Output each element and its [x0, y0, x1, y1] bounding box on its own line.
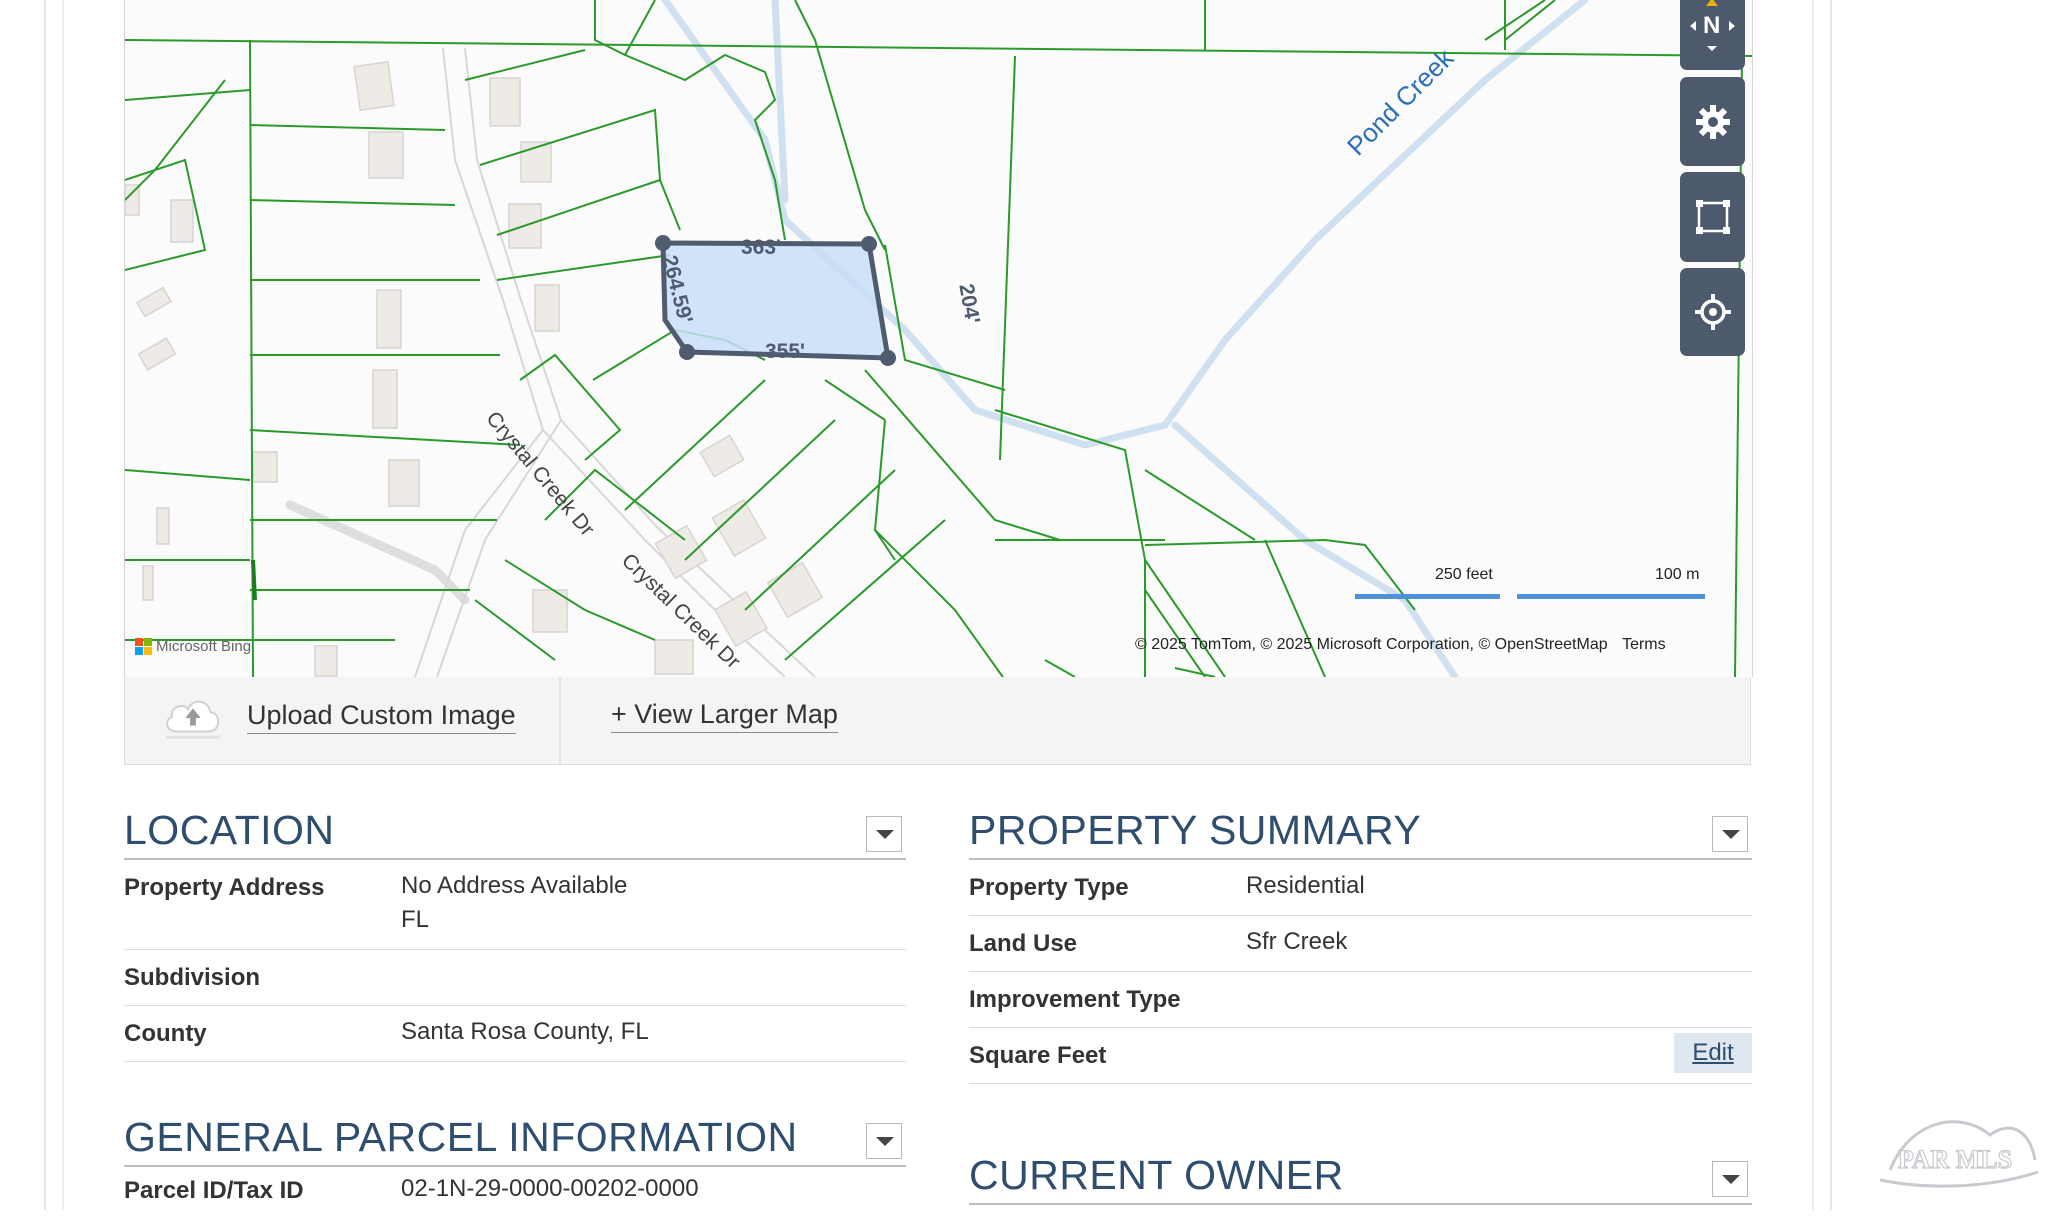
- location-row-address: Property Address No Address Available FL: [124, 860, 906, 950]
- edit-square-feet-button[interactable]: Edit: [1674, 1033, 1752, 1073]
- map-settings-button[interactable]: [1680, 77, 1745, 166]
- row-value: 02-1N-29-0000-00202-0000: [401, 1175, 699, 1202]
- row-label: County: [124, 1020, 207, 1047]
- view-larger-map-link[interactable]: + View Larger Map: [611, 699, 838, 733]
- row-label: Subdivision: [124, 964, 261, 991]
- bing-logo: Microsoft Bing: [135, 638, 251, 655]
- bing-logo-text: Microsoft Bing: [156, 638, 252, 655]
- scale-meters-label: 100 m: [1655, 566, 1700, 583]
- location-row-subdivision: Subdivision: [124, 950, 906, 1006]
- scale-meters-bar: [1517, 594, 1705, 599]
- general-parcel-title: GENERAL PARCEL INFORMATION: [124, 1114, 798, 1160]
- current-owner-section: CURRENT OWNER: [969, 1155, 1752, 1210]
- upload-custom-image-label: Upload Custom Image: [247, 700, 516, 734]
- location-title: LOCATION: [124, 807, 335, 853]
- footer-divider: [559, 677, 561, 765]
- row-label: Property Address: [124, 874, 325, 901]
- attribution-text: © 2025 TomTom, © 2025 Microsoft Corporat…: [1135, 636, 1608, 653]
- map-base-layer: [125, 0, 1752, 677]
- locate-button[interactable]: [1680, 268, 1745, 356]
- compass-label: N: [1703, 12, 1721, 39]
- summary-row-property-type: Property Type Residential: [969, 860, 1752, 916]
- cloud-upload-icon: [166, 700, 220, 739]
- scale-feet-label: 250 feet: [1435, 566, 1493, 583]
- microsoft-logo-icon: [135, 638, 152, 655]
- general-parcel-collapse-button[interactable]: [866, 1123, 902, 1159]
- property-summary-title: PROPERTY SUMMARY: [969, 807, 1422, 853]
- map-footer: Upload Custom Image + View Larger Map: [124, 677, 1751, 765]
- row-label: Improvement Type: [969, 986, 1181, 1013]
- page-left-border: [44, 0, 64, 1210]
- row-label: Square Feet: [969, 1042, 1107, 1069]
- parcel-dim-top: 363': [741, 236, 782, 259]
- current-owner-rule: [969, 1203, 1752, 1205]
- property-address-value: No Address Available FL: [401, 869, 627, 937]
- row-label: Property Type: [969, 874, 1129, 901]
- box-select-button[interactable]: [1680, 172, 1745, 262]
- property-summary-section: PROPERTY SUMMARY Property Type Residenti…: [969, 810, 1752, 1085]
- address-line-2: FL: [401, 906, 430, 933]
- parcel-row-tax-id: Parcel ID/Tax ID 02-1N-29-0000-00202-000…: [124, 1167, 906, 1223]
- summary-row-land-use: Land Use Sfr Creek: [969, 916, 1752, 972]
- property-summary-collapse-button[interactable]: [1712, 816, 1748, 852]
- page-right-border: [1812, 0, 1832, 1210]
- location-row-county: County Santa Rosa County, FL: [124, 1006, 906, 1062]
- row-value: Sfr Creek: [1246, 928, 1348, 955]
- svg-text:PAR MLS: PAR MLS: [1898, 1145, 2012, 1174]
- scale-feet-bar: [1355, 594, 1500, 599]
- row-value: Residential: [1246, 872, 1365, 899]
- current-owner-title: CURRENT OWNER: [969, 1152, 1344, 1198]
- mls-watermark-logo: PAR MLS: [1879, 1120, 2039, 1188]
- row-label: Land Use: [969, 930, 1078, 957]
- current-owner-collapse-button[interactable]: [1712, 1161, 1748, 1197]
- location-section: LOCATION Property Address No Address Ava…: [124, 807, 906, 1062]
- parcel-map[interactable]: 363' 204' 355' 264.59' Crystal Creek Dr …: [124, 0, 1753, 677]
- box-select-icon: [1695, 200, 1730, 234]
- compass-button[interactable]: N: [1680, 0, 1745, 70]
- row-value: Santa Rosa County, FL: [401, 1018, 649, 1045]
- row-label: Parcel ID/Tax ID: [124, 1177, 304, 1204]
- upload-custom-image-button[interactable]: Upload Custom Image: [161, 693, 516, 741]
- terms-link[interactable]: Terms: [1622, 636, 1666, 653]
- address-line-1: No Address Available: [401, 872, 628, 899]
- summary-row-square-feet: Square Feet Edit: [969, 1028, 1752, 1084]
- parcel-dim-bottom: 355': [765, 340, 806, 363]
- location-collapse-button[interactable]: [866, 816, 902, 852]
- gear-icon: [1695, 104, 1730, 139]
- crosshair-icon: [1694, 294, 1731, 330]
- summary-row-improvement-type: Improvement Type: [969, 972, 1752, 1028]
- general-parcel-section: GENERAL PARCEL INFORMATION Parcel ID/Tax…: [124, 1117, 906, 1210]
- map-attribution: © 2025 TomTom, © 2025 Microsoft Corporat…: [1135, 636, 1666, 654]
